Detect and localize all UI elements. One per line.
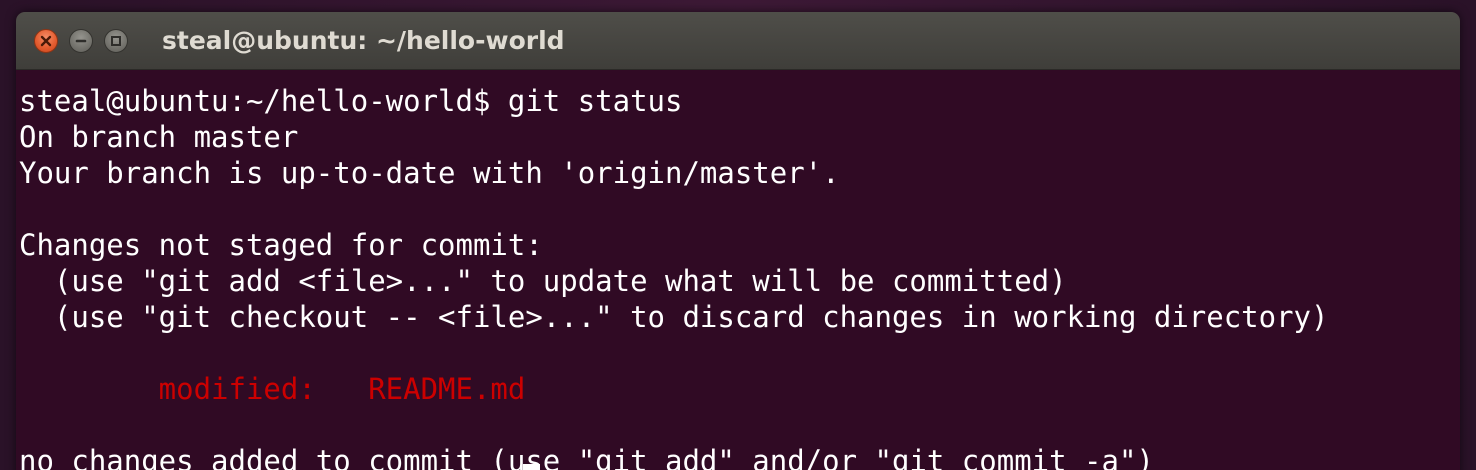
output-line: (use "git checkout -- <file>..." to disc… (19, 300, 1329, 334)
output-line: Your branch is up-to-date with 'origin/m… (19, 156, 840, 190)
maximize-button[interactable] (104, 29, 128, 53)
output-line: (use "git add <file>..." to update what … (19, 264, 1067, 298)
terminal-window: steal@ubuntu: ~/hello-world steal@ubuntu… (16, 12, 1460, 470)
title-bar[interactable]: steal@ubuntu: ~/hello-world (16, 12, 1460, 70)
output-line: On branch master (19, 120, 299, 154)
text-cursor (523, 464, 540, 470)
window-title: steal@ubuntu: ~/hello-world (162, 26, 565, 55)
close-icon (40, 35, 52, 47)
maximize-icon (110, 35, 122, 47)
modified-file-line: modified: README.md (19, 372, 526, 406)
close-button[interactable] (34, 29, 58, 53)
terminal-output[interactable]: steal@ubuntu:~/hello-world$ git status O… (16, 70, 1460, 470)
minimize-button[interactable] (69, 29, 93, 53)
output-line: Changes not staged for commit: (19, 228, 543, 262)
output-line: no changes added to commit (use "git add… (19, 444, 1154, 470)
minimize-icon (75, 35, 87, 47)
prompt-line: steal@ubuntu:~/hello-world$ git status (19, 84, 683, 118)
